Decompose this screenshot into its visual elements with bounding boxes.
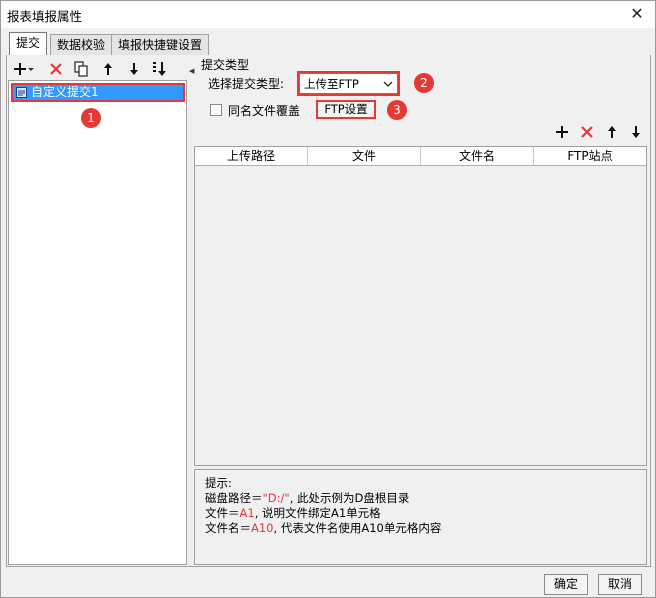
panel-splitter[interactable]: ◀	[189, 59, 194, 565]
submit-type-select[interactable]: 上传至FTP	[297, 71, 400, 96]
delete-icon[interactable]	[47, 59, 65, 79]
submit-type-value: 上传至FTP	[304, 77, 359, 91]
hint-title: 提示:	[205, 476, 232, 490]
overwrite-checkbox[interactable]	[210, 104, 222, 116]
title-bar[interactable]: 报表填报属性 ✕	[1, 1, 655, 28]
column-header-upload-path[interactable]: 上传路径	[195, 147, 308, 165]
annotation-badge-3: 3	[387, 100, 407, 120]
submit-type-group-title: 提交类型	[201, 58, 250, 72]
move-up-icon[interactable]	[603, 122, 621, 142]
move-bottom-icon[interactable]	[151, 59, 169, 79]
move-down-icon[interactable]	[627, 122, 645, 142]
submit-item-icon	[16, 87, 27, 98]
dropdown-icon[interactable]	[26, 59, 36, 79]
chevron-down-icon[interactable]	[381, 77, 395, 91]
hint-panel: 提示: 磁盘路径＝"D:/", 此处示例为D盘根目录 文件＝A1, 说明文件绑定…	[194, 469, 647, 565]
tab-shortcut-settings[interactable]: 填报快捷键设置	[111, 34, 210, 56]
annotation-badge-1: 1	[81, 108, 101, 128]
column-header-file-name[interactable]: 文件名	[421, 147, 534, 165]
submit-list-panel: 自定义提交1	[8, 80, 187, 565]
close-button[interactable]: ✕	[627, 4, 647, 24]
delete-icon[interactable]	[578, 122, 596, 142]
annotation-badge-2: 2	[414, 73, 434, 93]
copy-icon[interactable]	[72, 59, 90, 79]
collapse-arrow-icon[interactable]: ◀	[189, 67, 194, 75]
dialog-window: 报表填报属性 ✕ 提交 数据校验 填报快捷键设置 自定义提交1 1 ◀ 提交类型…	[0, 0, 656, 598]
list-item-label: 自定义提交1	[31, 85, 99, 99]
ftp-upload-table: 上传路径 文件 文件名 FTP站点	[194, 146, 647, 466]
move-up-icon[interactable]	[99, 59, 117, 79]
window-title: 报表填报属性	[7, 9, 83, 24]
move-down-icon[interactable]	[125, 59, 143, 79]
add-icon[interactable]	[553, 122, 571, 142]
ftp-settings-button[interactable]: FTP设置	[316, 100, 376, 119]
tab-submit[interactable]: 提交	[9, 32, 48, 56]
hint-line-file-name: 文件名＝A10, 代表文件名使用A10单元格内容	[205, 521, 442, 535]
submit-type-label: 选择提交类型:	[208, 77, 285, 91]
hint-line-disk-path: 磁盘路径＝"D:/", 此处示例为D盘根目录	[205, 491, 410, 505]
column-header-ftp-site[interactable]: FTP站点	[534, 147, 646, 165]
column-header-file[interactable]: 文件	[308, 147, 421, 165]
ok-button[interactable]: 确定	[544, 574, 588, 595]
table-header: 上传路径 文件 文件名 FTP站点	[195, 147, 646, 166]
tab-data-validation[interactable]: 数据校验	[50, 34, 113, 56]
hint-line-file: 文件＝A1, 说明文件绑定A1单元格	[205, 506, 381, 520]
list-item-custom-submit-1[interactable]: 自定义提交1	[11, 83, 185, 102]
cancel-button[interactable]: 取消	[598, 574, 642, 595]
overwrite-label: 同名文件覆盖	[228, 104, 301, 118]
